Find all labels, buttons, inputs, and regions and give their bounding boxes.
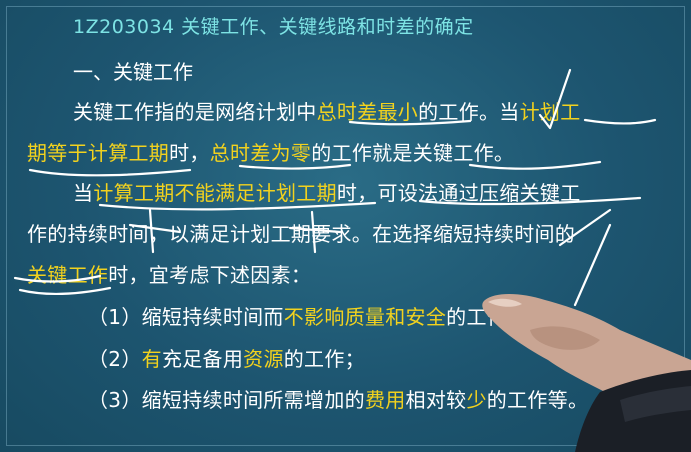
text-line-2: 期等于计算工期时，总时差为零的工作就是关键工作。	[27, 141, 515, 165]
text-line-5: 关键工作时，宜考虑下述因素：	[27, 263, 312, 287]
highlight-calc-period: 计算工期不能满足计划工期	[93, 181, 337, 205]
highlight-plan-period: 计划工	[519, 100, 581, 124]
section-heading: 一、关键工作	[73, 60, 193, 84]
highlight-total-float-min: 总时差最小	[316, 100, 419, 124]
text-line-1: 关键工作指的是网络计划中总时差最小的工作。当计划工	[73, 100, 581, 124]
highlight-key-work: 关键工作	[27, 263, 109, 287]
list-item-1: （1）缩短持续时间而不影响质量和安全的工作；	[88, 305, 528, 329]
text-line-3: 当计算工期不能满足计划工期时，可设法通过压缩关键工	[73, 181, 581, 205]
text-line-4: 作的持续时间，以满足计划工期要求。在选择缩短持续时间的	[27, 222, 576, 246]
slide-title: 1Z203034 关键工作、关键线路和时差的确定	[73, 16, 474, 38]
highlight-total-float-zero: 总时差为零	[209, 141, 312, 165]
list-item-3: （3）缩短持续时间所需增加的费用相对较少的工作等。	[88, 388, 589, 412]
lecture-slide: 1Z203034 关键工作、关键线路和时差的确定 一、关键工作 关键工作指的是网…	[0, 0, 691, 452]
list-item-2: （2）有充足备用资源的工作；	[88, 347, 365, 371]
